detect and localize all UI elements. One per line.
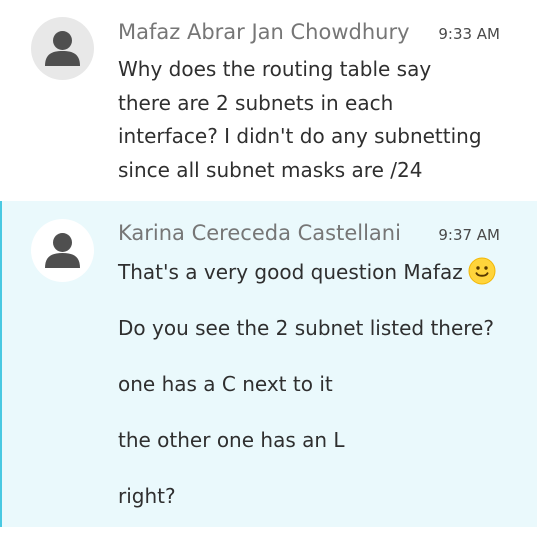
message-line: right?	[118, 484, 176, 508]
sender-name[interactable]: Karina Cereceda Castellani	[118, 218, 401, 248]
user-avatar[interactable]	[31, 219, 94, 282]
default-user-avatar-icon	[45, 233, 80, 268]
message-text: Why does the routing table say there are…	[118, 57, 482, 182]
default-user-avatar-icon	[45, 31, 80, 66]
chat-message[interactable]: Mafaz Abrar Jan Chowdhury 9:33 AM Why do…	[0, 0, 537, 201]
message-line: Do you see the 2 subnet listed there?	[118, 316, 494, 340]
slightly-smiling-face-icon	[468, 257, 496, 285]
message-timestamp[interactable]: 9:33 AM	[438, 22, 500, 46]
message-line: the other one has an L	[118, 428, 345, 452]
message-line: one has a C next to it	[118, 372, 333, 396]
message-timestamp[interactable]: 9:37 AM	[438, 223, 500, 247]
message-thread-lines: That's a very good question Mafaz Do you…	[118, 257, 518, 537]
message-text: That's a very good question Mafaz	[118, 260, 463, 284]
sender-name[interactable]: Mafaz Abrar Jan Chowdhury	[118, 17, 410, 47]
user-avatar[interactable]	[31, 17, 94, 80]
chat-message-highlighted[interactable]: Karina Cereceda Castellani 9:37 AM That'…	[0, 201, 537, 527]
message-line: That's a very good question Mafaz	[118, 257, 518, 313]
